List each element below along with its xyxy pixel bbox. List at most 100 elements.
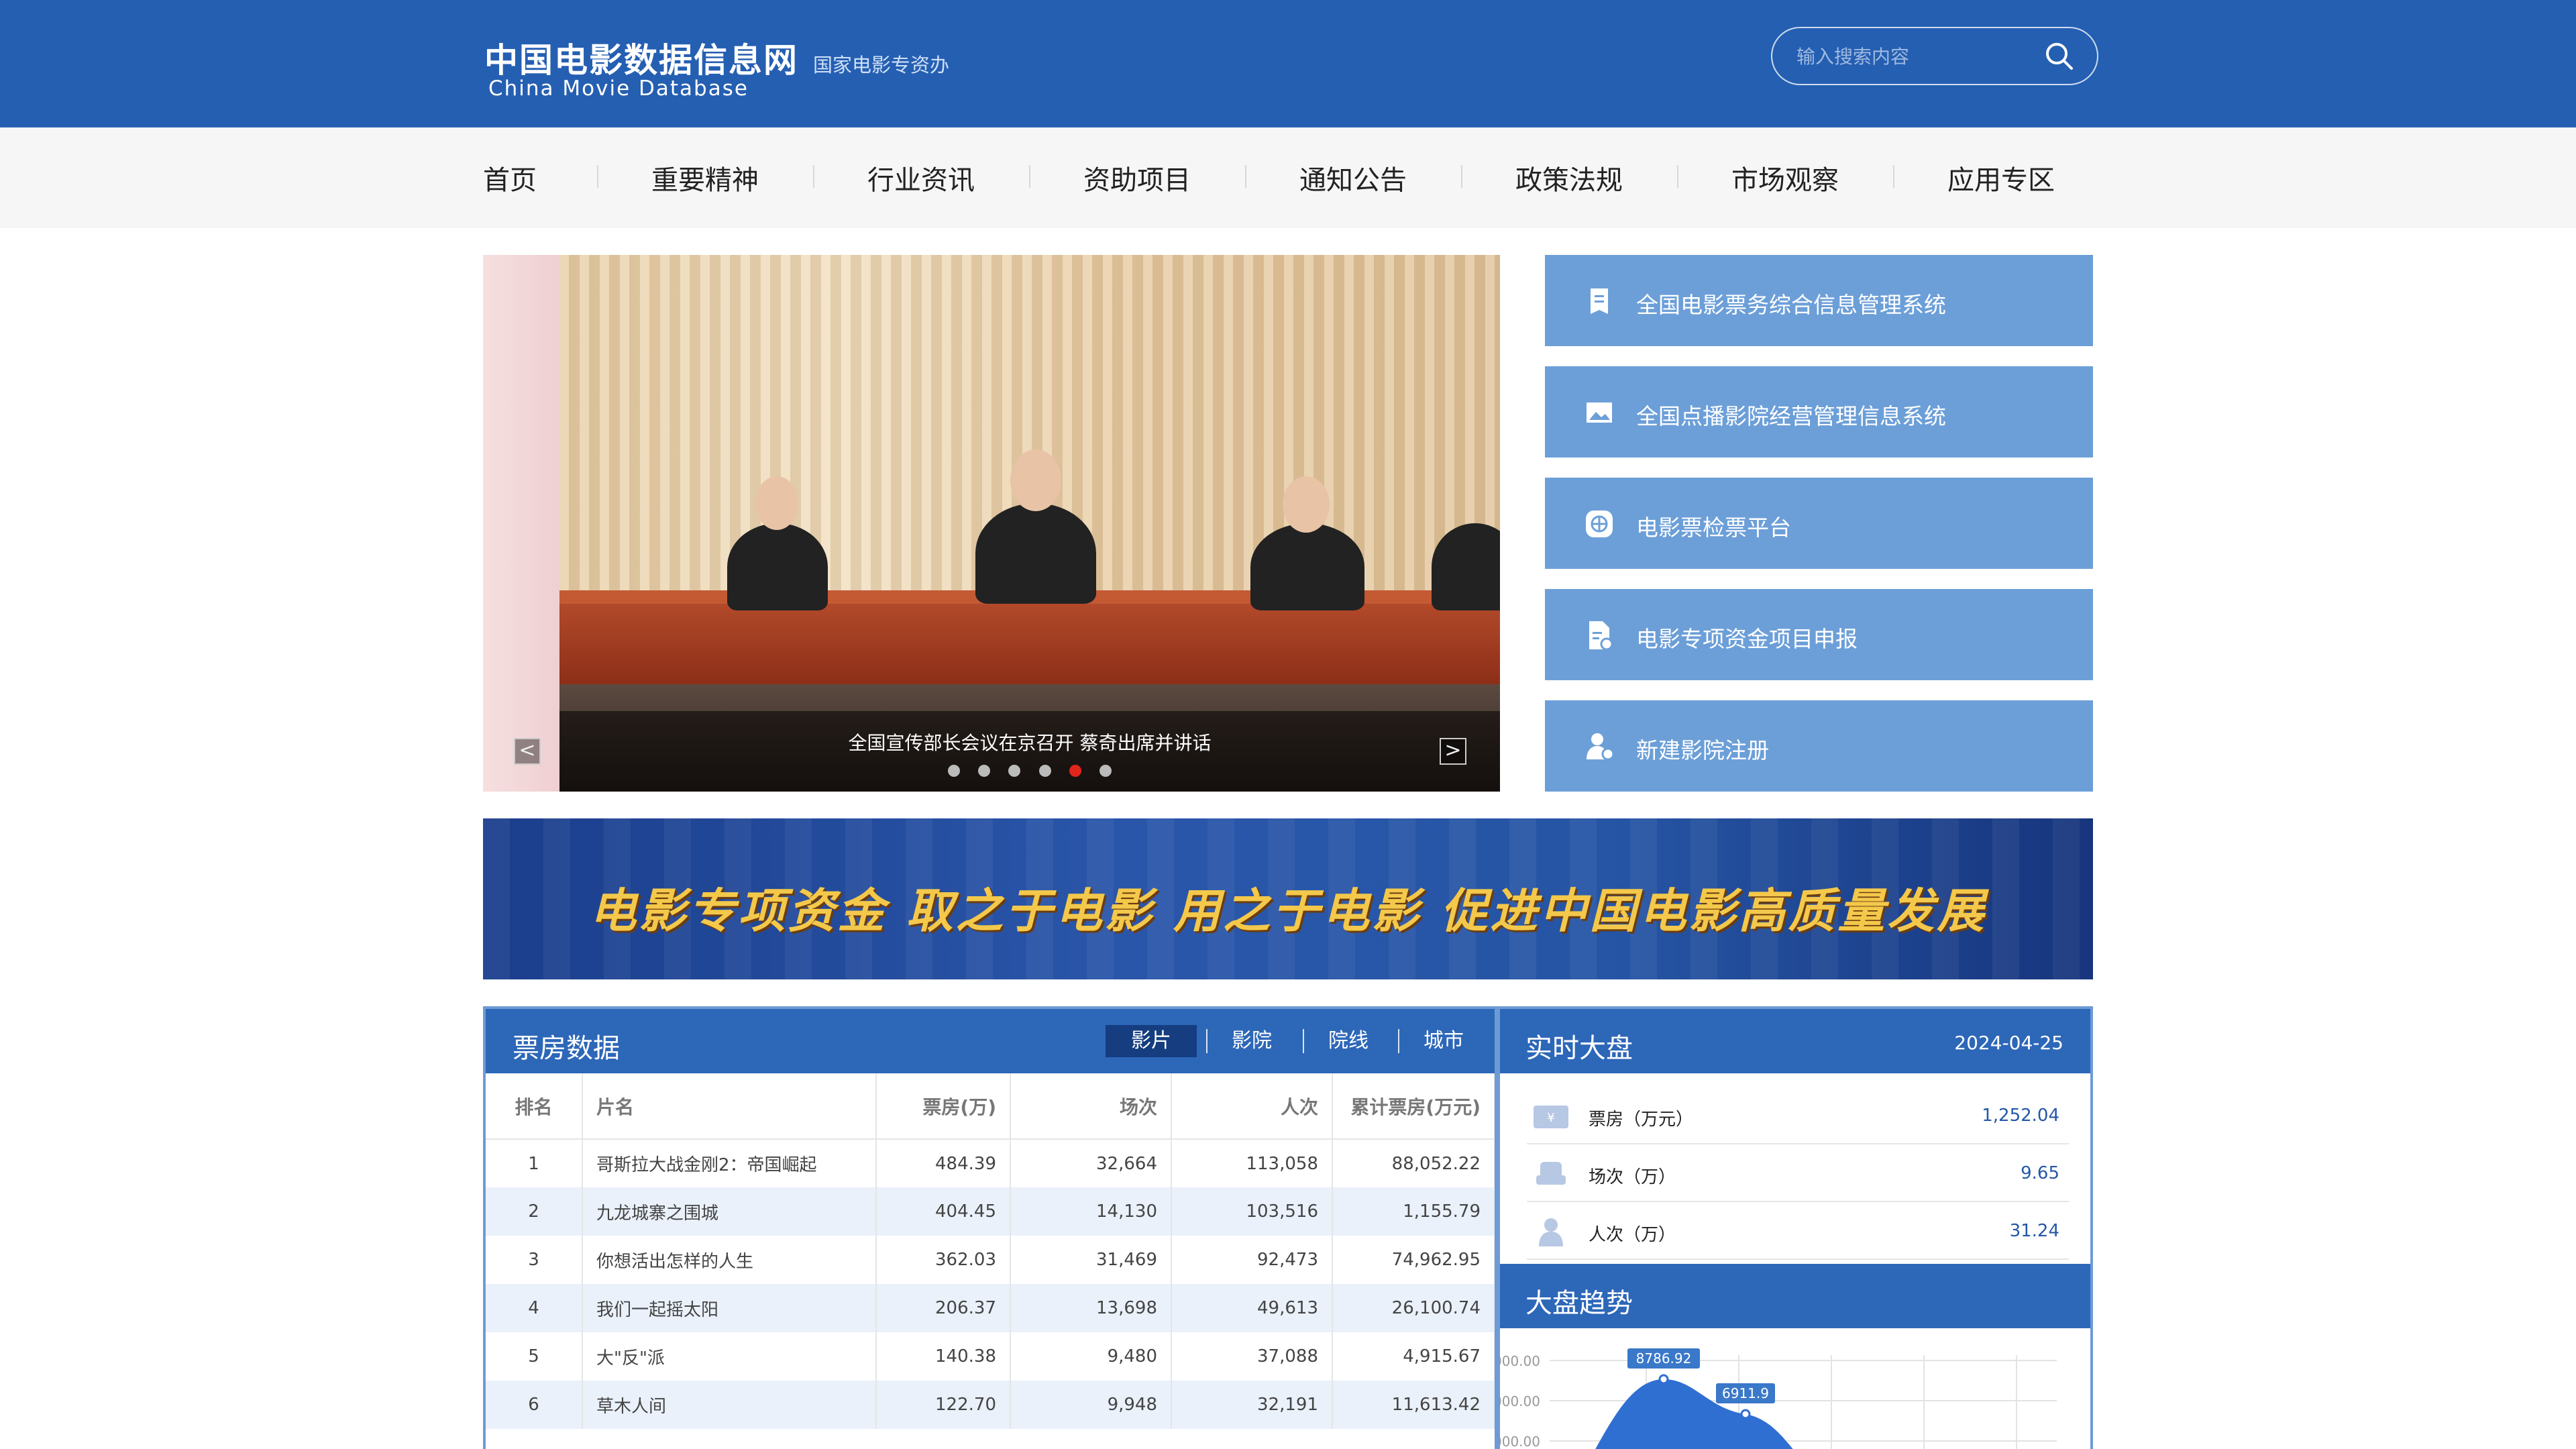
cell-rank: 2	[486, 1187, 583, 1236]
table-header-row: 排名 片名 票房(万) 场次 人次 累计票房(万元)	[486, 1073, 1495, 1140]
carousel-dot[interactable]	[948, 765, 961, 777]
box-office-title: 票房数据	[513, 1033, 620, 1064]
nav-item-notices[interactable]: 通知公告	[1299, 158, 1407, 197]
image-icon	[1587, 402, 1612, 423]
realtime-value: 31.24	[2009, 1221, 2059, 1241]
quick-link-label: 全国点播影院经营管理信息系统	[1636, 403, 1946, 429]
table-row[interactable]: 3 你想活出怎样的人生 362.03 31,469 92,473 74,962.…	[486, 1236, 1495, 1284]
previous-slide-edge	[483, 255, 559, 792]
cell-box-office: 404.45	[876, 1187, 1011, 1236]
tab-circuits[interactable]: 院线	[1303, 1025, 1394, 1057]
cell-cumulative: 1,155.79	[1332, 1187, 1495, 1236]
cell-rank: 4	[486, 1284, 583, 1332]
search-icon[interactable]	[2041, 38, 2078, 75]
site-logo-title[interactable]: 中国电影数据信息网	[484, 34, 798, 82]
cell-admissions: 37,088	[1171, 1332, 1333, 1381]
site-logo-subtitle-en: China Movie Database	[488, 76, 749, 101]
table-row[interactable]: 6 草木人间 122.70 9,948 32,191 11,613.42	[486, 1381, 1495, 1429]
quick-link-ticket-check-platform[interactable]: 电影票检票平台	[1545, 478, 2093, 569]
carousel-dot-active[interactable]	[1069, 765, 1081, 777]
cell-rank: 5	[486, 1332, 583, 1381]
column-header: 累计票房(万元)	[1332, 1073, 1495, 1140]
quick-link-new-cinema-registration[interactable]: 新建影院注册	[1545, 700, 2093, 792]
y-tick-label: 10000.00	[1500, 1353, 1540, 1369]
cell-admissions: 113,058	[1171, 1139, 1333, 1187]
table-row[interactable]: 4 我们一起摇太阳 206.37 13,698 49,613 26,100.74	[486, 1284, 1495, 1332]
cell-film-name[interactable]: 哥斯拉大战金刚2：帝国崛起	[582, 1139, 877, 1187]
nav-item-funding[interactable]: 资助项目	[1083, 158, 1191, 197]
realtime-label: 人次（万）	[1589, 1225, 1676, 1245]
trend-header: 大盘趋势	[1500, 1264, 2090, 1328]
person-figure	[727, 523, 828, 610]
carousel-dot[interactable]	[1008, 765, 1021, 777]
seat-icon	[1536, 1162, 1566, 1185]
promo-banner[interactable]: 电影专项资金 取之于电影 用之于电影 促进中国电影高质量发展	[483, 818, 2093, 979]
cell-film-name[interactable]: 九龙城寨之围城	[582, 1187, 877, 1236]
quick-link-label: 新建影院注册	[1636, 737, 1769, 763]
person-figure	[1250, 523, 1364, 610]
main-nav: 首页 重要精神 行业资讯 资助项目 通知公告 政策法规 市场观察 应用专区	[0, 127, 2576, 228]
nav-divider	[1029, 165, 1030, 188]
cell-cumulative: 88,052.22	[1332, 1139, 1495, 1187]
news-carousel[interactable]: 全国宣传部长会议在京召开 蔡奇出席并讲话 < >	[483, 255, 1500, 792]
cell-rank: 6	[486, 1381, 583, 1429]
table-row[interactable]: 2 九龙城寨之围城 404.45 14,130 103,516 1,155.79	[486, 1187, 1495, 1236]
box-office-panel: 票房数据 影片 影院 院线 城市 排名 片名 票房(万) 场次 人次 累计票房(…	[483, 1006, 1497, 1449]
carousel-dot[interactable]	[1038, 765, 1051, 777]
search-input[interactable]	[1796, 42, 2038, 71]
carousel-dots	[559, 765, 1500, 780]
column-header: 排名	[486, 1073, 583, 1140]
nav-divider	[813, 165, 814, 188]
tab-cinemas[interactable]: 影院	[1206, 1025, 1297, 1057]
carousel-dot[interactable]	[978, 765, 991, 777]
quick-link-ticketing-system[interactable]: 全国电影票务综合信息管理系统	[1545, 255, 2093, 346]
person-figure	[975, 503, 1096, 604]
realtime-label: 场次（万）	[1589, 1167, 1676, 1187]
person-figure	[1283, 476, 1330, 533]
nav-item-home[interactable]: 首页	[483, 158, 537, 197]
promo-banner-text: 电影专项资金 取之于电影 用之于电影 促进中国电影高质量发展	[589, 883, 1987, 938]
table-row[interactable]: 1 哥斯拉大战金刚2：帝国崛起 484.39 32,664 113,058 88…	[486, 1139, 1495, 1187]
realtime-row-admissions: 人次（万） 31.24	[1527, 1202, 2069, 1260]
cell-film-name[interactable]: 我们一起摇太阳	[582, 1284, 877, 1332]
realtime-value: 9.65	[2021, 1163, 2059, 1183]
carousel-prev-button[interactable]: <	[514, 738, 541, 765]
trend-point[interactable]	[1740, 1409, 1751, 1419]
person-figure	[1010, 449, 1061, 511]
nav-divider	[1893, 165, 1894, 188]
cell-admissions: 103,516	[1171, 1187, 1333, 1236]
column-header: 人次	[1171, 1073, 1333, 1140]
quick-link-vod-cinema-system[interactable]: 全国点播影院经营管理信息系统	[1545, 366, 2093, 458]
carousel-caption[interactable]: 全国宣传部长会议在京召开 蔡奇出席并讲话	[559, 729, 1500, 755]
cell-film-name[interactable]: 大"反"派	[582, 1332, 877, 1381]
cell-box-office: 484.39	[876, 1139, 1011, 1187]
cell-film-name[interactable]: 你想活出怎样的人生	[582, 1236, 877, 1284]
document-icon	[1591, 288, 1608, 314]
nav-item-policy[interactable]: 政策法规	[1515, 158, 1623, 197]
cell-screenings: 9,480	[1010, 1332, 1172, 1381]
carousel-next-button[interactable]: >	[1440, 738, 1466, 765]
carousel-dot[interactable]	[1099, 765, 1112, 777]
nav-item-important[interactable]: 重要精神	[651, 158, 759, 197]
nav-item-market[interactable]: 市场观察	[1731, 158, 1839, 197]
people-icon	[1539, 1218, 1563, 1246]
cell-screenings: 13,698	[1010, 1284, 1172, 1332]
y-tick-label: 8000.00	[1500, 1393, 1540, 1409]
trend-chart[interactable]: 10000.00 8000.00 6000.00 8786.92 6911.9	[1500, 1328, 2090, 1449]
realtime-title: 实时大盘	[1525, 1033, 1633, 1064]
realtime-date: 2024-04-25	[1954, 1032, 2063, 1054]
quick-link-fund-application[interactable]: 电影专项资金项目申报	[1545, 589, 2093, 680]
point-label: 6911.9	[1722, 1385, 1769, 1401]
nav-item-apps[interactable]: 应用专区	[1947, 158, 2055, 197]
cell-screenings: 31,469	[1010, 1236, 1172, 1284]
cell-box-office: 206.37	[876, 1284, 1011, 1332]
cell-cumulative: 26,100.74	[1332, 1284, 1495, 1332]
cell-film-name[interactable]: 草木人间	[582, 1381, 877, 1429]
cell-box-office: 122.70	[876, 1381, 1011, 1429]
tab-films[interactable]: 影片	[1106, 1025, 1197, 1057]
tab-cities[interactable]: 城市	[1398, 1025, 1489, 1057]
nav-item-industry-news[interactable]: 行业资讯	[867, 158, 975, 197]
trend-point[interactable]	[1658, 1374, 1669, 1385]
nav-divider	[1677, 165, 1678, 188]
table-row[interactable]: 5 大"反"派 140.38 9,480 37,088 4,915.67	[486, 1332, 1495, 1381]
